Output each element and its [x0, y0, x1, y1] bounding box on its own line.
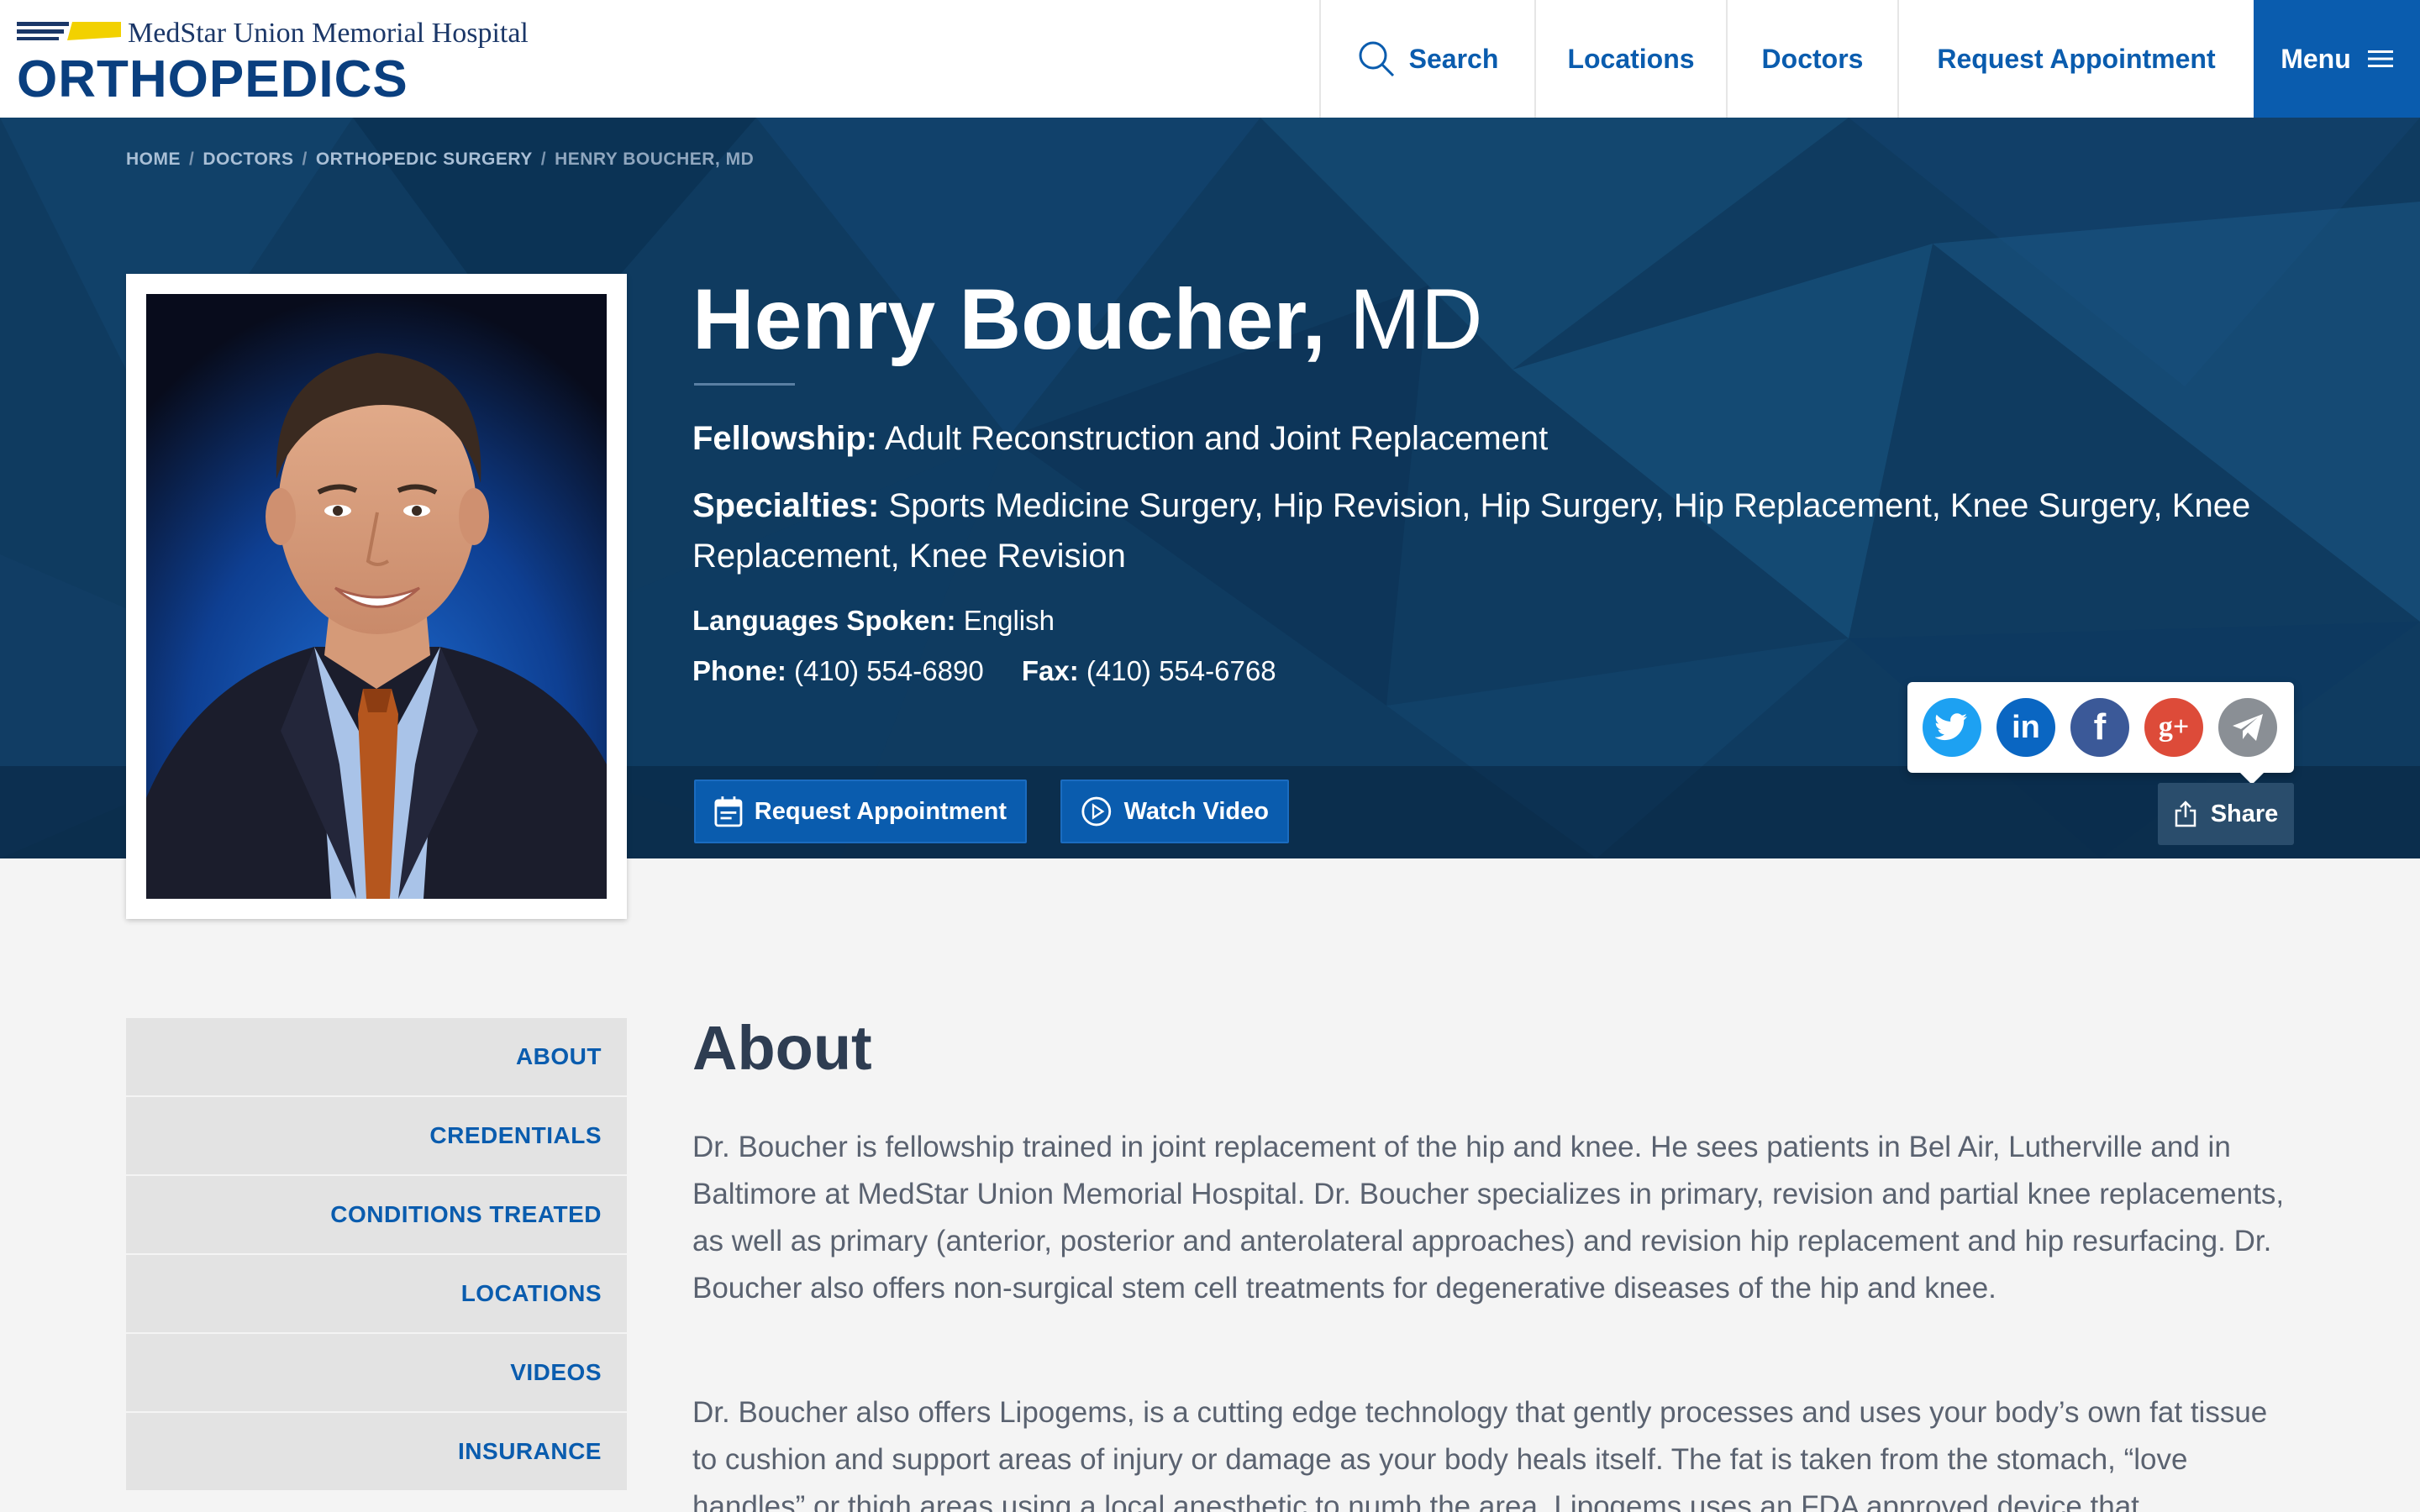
sidenav-locations[interactable]: LOCATIONS: [126, 1255, 627, 1332]
name-divider: [694, 383, 795, 386]
nav-search-label: Search: [1408, 43, 1499, 74]
languages-label: Languages Spoken:: [692, 605, 956, 636]
doctor-portrait-illustration: [146, 294, 607, 899]
breadcrumb-orthopedic-surgery[interactable]: ORTHOPEDIC SURGERY: [316, 150, 533, 170]
specialties-value: Sports Medicine Surgery, Hip Revision, H…: [692, 487, 2251, 575]
nav-locations-label: Locations: [1567, 43, 1695, 74]
fellowship-row: Fellowship: Adult Reconstruction and Joi…: [692, 413, 1548, 464]
send-icon[interactable]: [2218, 698, 2277, 757]
about-paragraph: Dr. Boucher is fellowship trained in joi…: [692, 1131, 2285, 1305]
phone-value[interactable]: (410) 554-6890: [794, 655, 984, 686]
facebook-icon[interactable]: f: [2070, 698, 2129, 757]
hospital-name: MedStar Union Memorial Hospital: [128, 18, 529, 49]
request-appointment-button[interactable]: Request Appointment: [694, 780, 1027, 843]
breadcrumb: HOME / DOCTORS / ORTHOPEDIC SURGERY / HENRY BO…: [126, 150, 754, 170]
facebook-glyph: f: [2093, 706, 2107, 748]
profile-section-nav: ABOUT CREDENTIALS CONDITIONS TREATED LOC…: [126, 1018, 627, 1492]
share-label: Share: [2210, 800, 2279, 827]
watch-video-label: Watch Video: [1123, 797, 1269, 825]
paper-plane-glyph: [2233, 714, 2263, 741]
nav-request-label: Request Appointment: [1937, 43, 2216, 74]
site-header: MedStar Union Memorial Hospital ORTHOPED…: [0, 0, 2420, 118]
doctor-name-heading: Henry Boucher, MD: [692, 269, 1483, 370]
share-button[interactable]: Share: [2158, 783, 2294, 845]
breadcrumb-current: HENRY BOUCHER, MD: [555, 150, 755, 169]
nav-search[interactable]: Search: [1319, 0, 1534, 118]
main-nav: Search Locations Doctors Request Appoint…: [1319, 0, 2420, 118]
breadcrumb-doctors[interactable]: DOCTORS: [203, 150, 293, 170]
languages-value: English: [963, 605, 1055, 636]
specialties-label: Specialties:: [692, 487, 880, 524]
menu-button[interactable]: Menu: [2254, 0, 2420, 118]
about-heading: About: [692, 1013, 872, 1083]
search-icon: [1359, 41, 1394, 77]
nav-doctors[interactable]: Doctors: [1726, 0, 1897, 118]
doctor-credential: MD: [1349, 271, 1483, 367]
sidenav-credentials[interactable]: CREDENTIALS: [126, 1097, 627, 1174]
breadcrumb-home[interactable]: HOME: [126, 150, 181, 170]
contact-row: Phone: (410) 554-6890 Fax: (410) 554-676…: [692, 650, 1276, 692]
request-appointment-label: Request Appointment: [754, 797, 1007, 825]
sidenav-conditions-treated[interactable]: CONDITIONS TREATED: [126, 1176, 627, 1253]
share-popover: in f g+: [1907, 682, 2294, 785]
calendar-icon: [714, 796, 743, 827]
nav-locations[interactable]: Locations: [1534, 0, 1726, 118]
hamburger-icon: [2367, 50, 2393, 67]
breadcrumb-separator: /: [302, 150, 308, 169]
share-icon: [2175, 801, 2196, 827]
breadcrumb-separator: /: [540, 150, 547, 169]
hospital-logo[interactable]: MedStar Union Memorial Hospital ORTHOPED…: [17, 17, 571, 109]
linkedin-icon[interactable]: in: [1996, 698, 2055, 757]
doctor-photo: [146, 294, 607, 899]
play-icon: [1081, 796, 1112, 827]
specialties-row: Specialties: Sports Medicine Surgery, Hi…: [692, 480, 2289, 581]
logo-mark-icon: [17, 22, 121, 40]
department-name: ORTHOPEDICS: [17, 50, 408, 108]
sidenav-videos[interactable]: VIDEOS: [126, 1334, 627, 1411]
languages-row: Languages Spoken: English: [692, 600, 1055, 642]
about-paragraph: Dr. Boucher also offers Lipogems, is a c…: [692, 1396, 2268, 1512]
fax-label: Fax:: [1021, 655, 1079, 686]
phone-label: Phone:: [692, 655, 786, 686]
doctor-photo-card: [126, 274, 627, 919]
breadcrumb-separator: /: [189, 150, 195, 169]
twitter-icon[interactable]: [1923, 698, 1981, 757]
linkedin-glyph: in: [2012, 709, 2040, 745]
watch-video-button[interactable]: Watch Video: [1060, 780, 1289, 843]
google-plus-glyph: g+: [2158, 711, 2190, 743]
twitter-bird-glyph: [1935, 713, 1967, 741]
fellowship-value: Adult Reconstruction and Joint Replaceme…: [884, 420, 1549, 457]
doctor-name: Henry Boucher,: [692, 271, 1326, 367]
fellowship-label: Fellowship:: [692, 420, 877, 457]
nav-request-appointment[interactable]: Request Appointment: [1897, 0, 2254, 118]
nav-doctors-label: Doctors: [1761, 43, 1864, 74]
fax-value: (410) 554-6768: [1086, 655, 1276, 686]
google-plus-icon[interactable]: g+: [2144, 698, 2203, 757]
sidenav-about[interactable]: ABOUT: [126, 1018, 627, 1095]
sidenav-insurance[interactable]: INSURANCE: [126, 1413, 627, 1490]
menu-label: Menu: [2281, 43, 2351, 74]
